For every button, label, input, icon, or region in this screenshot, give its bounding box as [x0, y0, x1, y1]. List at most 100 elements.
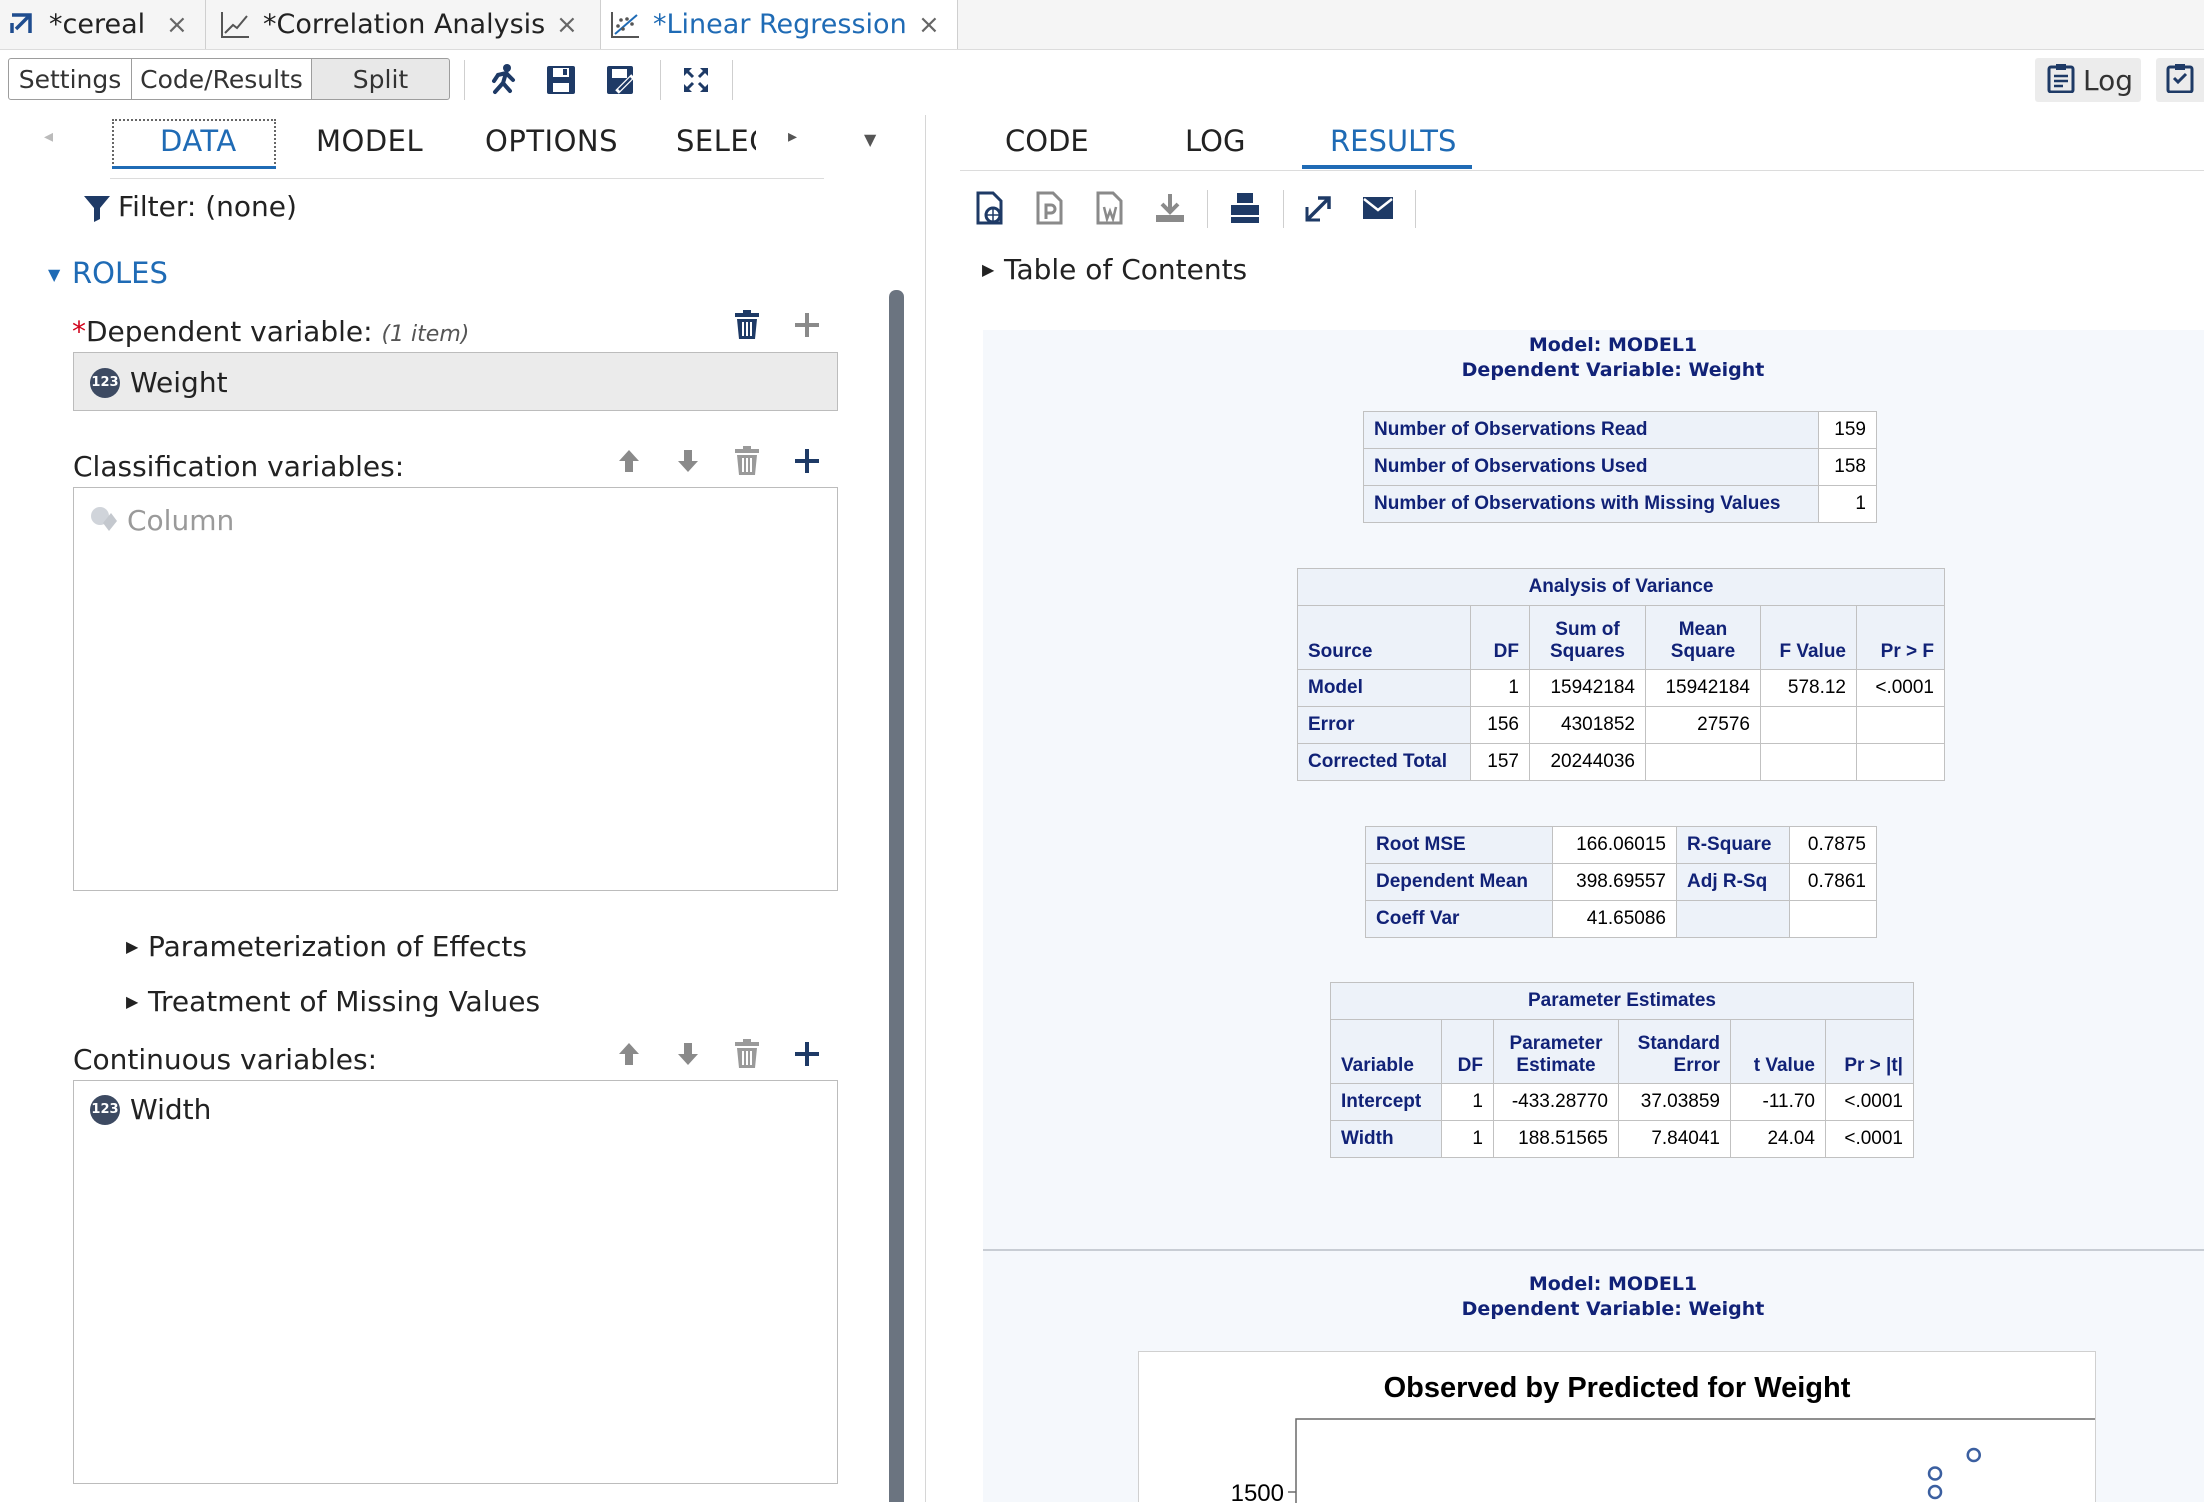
- document-tab-bar: *cereal × *Correlation Analysis × *Linea…: [0, 0, 2204, 50]
- doc-tab-cereal[interactable]: *cereal ×: [0, 0, 204, 49]
- row-header: [1676, 900, 1790, 938]
- expand-output-icon[interactable]: [1303, 193, 1333, 227]
- scroll-tabs-left-icon[interactable]: ◂: [44, 126, 53, 147]
- email-icon[interactable]: [1362, 195, 1394, 225]
- numeric-variable-icon: 123: [90, 367, 120, 398]
- column-header: Parameter Estimate: [1493, 1019, 1619, 1084]
- move-down-icon[interactable]: [671, 444, 705, 478]
- close-icon[interactable]: ×: [918, 10, 940, 40]
- parameter-estimates-table: Parameter Estimates Variable DF Paramete…: [1330, 982, 1914, 1158]
- tabs-menu-chevron-icon[interactable]: ▼: [864, 130, 876, 149]
- column-header: Pr > F: [1856, 605, 1945, 670]
- table-header-row: Variable DF Parameter Estimate Standard Er…: [1330, 1019, 1914, 1084]
- expand-triangle-icon[interactable]: ▶: [126, 937, 138, 956]
- print-icon[interactable]: [1228, 191, 1262, 229]
- header-line: Sum of: [1555, 619, 1620, 640]
- numeric-variable-icon: 123: [90, 1094, 120, 1125]
- dependent-variable-title: Dependent Variable: Weight: [1461, 359, 1765, 381]
- list-item[interactable]: 123 Width: [90, 1093, 211, 1126]
- column-header: F Value: [1760, 605, 1857, 670]
- cell-value: 24.04: [1730, 1120, 1826, 1158]
- cell-value: -11.70: [1730, 1083, 1826, 1121]
- table-row: Corrected Total 157 20244036: [1297, 743, 1945, 781]
- download-icon[interactable]: [1153, 191, 1187, 229]
- table-title-row: Parameter Estimates: [1330, 982, 1914, 1020]
- dependent-variable-list[interactable]: 123 Weight: [73, 352, 838, 411]
- continuous-variables-list[interactable]: 123 Width: [73, 1080, 838, 1484]
- table-row: Width 1 188.51565 7.84041 24.04 <.0001: [1330, 1120, 1914, 1158]
- save-icon[interactable]: [541, 60, 581, 100]
- header-line: Square: [1670, 641, 1736, 662]
- item-count: (1 item): [381, 322, 470, 347]
- move-up-icon[interactable]: [612, 1037, 646, 1071]
- tab-options[interactable]: OPTIONS: [485, 124, 618, 158]
- row-header: Number of Observations with Missing Valu…: [1363, 485, 1819, 523]
- move-up-icon[interactable]: [612, 444, 646, 478]
- tab-selection[interactable]: SELEC: [676, 124, 756, 158]
- save-as-icon[interactable]: [601, 60, 641, 100]
- expand-triangle-icon[interactable]: ▶: [126, 992, 138, 1011]
- cell-value: 1: [1441, 1120, 1494, 1158]
- add-icon[interactable]: [790, 444, 824, 478]
- cell-value: [1645, 743, 1761, 781]
- list-item[interactable]: 123 Weight: [90, 366, 228, 399]
- treatment-of-missing-values-section[interactable]: Treatment of Missing Values: [148, 985, 540, 1018]
- code-results-button[interactable]: Code/Results: [131, 58, 312, 100]
- settings-button[interactable]: Settings: [8, 58, 132, 100]
- properties-button[interactable]: [2156, 58, 2204, 102]
- filter-value[interactable]: (none): [205, 190, 297, 223]
- collapse-triangle-icon[interactable]: ▼: [48, 265, 60, 284]
- table-row: Intercept 1 -433.28770 37.03859 -11.70 <.0001: [1330, 1083, 1914, 1121]
- cell-value: 0.7875: [1789, 826, 1877, 864]
- pane-splitter[interactable]: [925, 115, 926, 1502]
- dependent-variable-label: *Dependent variable: (1 item): [72, 315, 469, 348]
- classification-variables-list[interactable]: Column: [73, 487, 838, 891]
- row-header: Number of Observations Read: [1363, 411, 1819, 449]
- row-header: Error: [1297, 706, 1471, 744]
- tab-data[interactable]: DATA: [160, 124, 237, 158]
- add-icon[interactable]: [790, 308, 824, 342]
- doc-tab-correlation[interactable]: *Correlation Analysis ×: [206, 0, 600, 49]
- column-placeholder-icon: [89, 503, 119, 537]
- table-title: Parameter Estimates: [1330, 982, 1914, 1020]
- left-pane-scrollbar[interactable]: [889, 290, 904, 1502]
- parameterization-of-effects-section[interactable]: Parameterization of Effects: [148, 930, 527, 963]
- run-icon[interactable]: [483, 60, 523, 100]
- pdf-output-icon[interactable]: [1035, 191, 1067, 229]
- close-icon[interactable]: ×: [556, 10, 578, 40]
- tab-model[interactable]: MODEL: [316, 124, 423, 158]
- tab-code[interactable]: CODE: [1005, 124, 1089, 158]
- cell-value: -433.28770: [1493, 1083, 1619, 1121]
- split-button[interactable]: Split: [311, 58, 450, 100]
- plot-model-title: Model: MODEL1: [1528, 1273, 1698, 1295]
- active-tab-indicator: [1302, 165, 1472, 169]
- add-icon[interactable]: [790, 1037, 824, 1071]
- table-row: Dependent Mean 398.69557 Adj R-Sq 0.7861: [1365, 863, 1877, 901]
- row-header: Dependent Mean: [1365, 863, 1553, 901]
- scroll-tabs-right-icon[interactable]: ▸: [788, 126, 797, 147]
- expand-triangle-icon[interactable]: ▶: [982, 260, 994, 279]
- maximize-icon[interactable]: [676, 60, 716, 100]
- column-header: Variable: [1330, 1019, 1442, 1084]
- cell-value: 20244036: [1529, 743, 1646, 781]
- html-output-icon[interactable]: [975, 191, 1007, 229]
- cell-value: 166.06015: [1552, 826, 1677, 864]
- word-output-icon[interactable]: [1095, 191, 1127, 229]
- delete-icon[interactable]: [730, 308, 764, 342]
- doc-tab-linear-regression[interactable]: *Linear Regression ×: [601, 0, 957, 49]
- table-row: Number of Observations Used 158: [1363, 448, 1877, 486]
- scatter-plot-icon: [609, 10, 641, 47]
- observed-by-predicted-plot: 1500: [1231, 1418, 2095, 1503]
- delete-icon[interactable]: [730, 1037, 764, 1071]
- tab-results[interactable]: RESULTS: [1330, 124, 1456, 158]
- tab-log[interactable]: LOG: [1185, 124, 1245, 158]
- move-down-icon[interactable]: [671, 1037, 705, 1071]
- filter-icon[interactable]: [82, 193, 112, 227]
- log-button[interactable]: Log: [2035, 58, 2141, 102]
- tab-bar-underline: [960, 170, 2204, 171]
- cell-value: 1: [1441, 1083, 1494, 1121]
- delete-icon[interactable]: [730, 444, 764, 478]
- roles-heading[interactable]: ROLES: [72, 256, 168, 290]
- table-of-contents-toggle[interactable]: Table of Contents: [1004, 253, 1247, 286]
- close-icon[interactable]: ×: [166, 10, 188, 40]
